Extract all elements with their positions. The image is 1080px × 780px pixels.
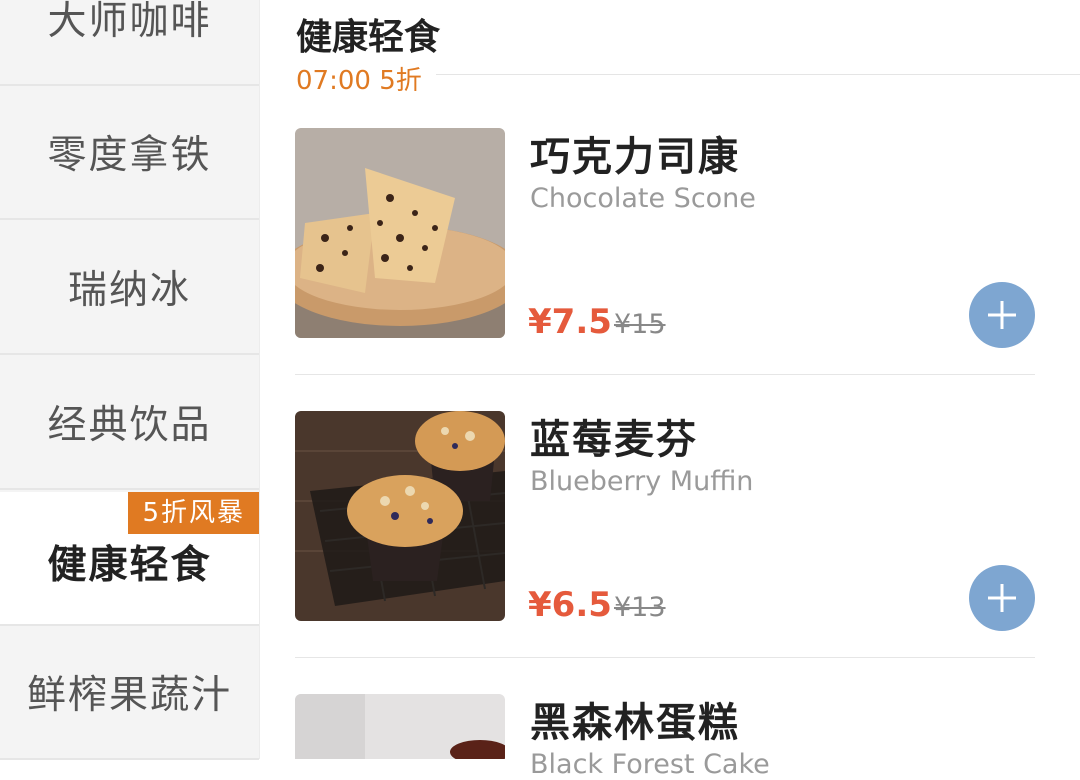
section-subtitle: 07:00 5折: [296, 66, 422, 96]
sidebar-item-label: 大师咖啡: [47, 0, 212, 44]
sidebar-item-classic-drinks[interactable]: 经典饮品: [0, 356, 259, 490]
sidebar-item-master-coffee[interactable]: 大师咖啡: [0, 0, 259, 86]
sidebar-item-ruina-ice[interactable]: 瑞纳冰: [0, 221, 259, 355]
product-name-en: Blueberry Muffin: [530, 466, 754, 497]
add-to-cart-button[interactable]: [969, 565, 1035, 631]
muffin-photo[interactable]: [295, 411, 505, 621]
product-original-price: ¥15: [614, 309, 666, 340]
product-name: 蓝莓麦芬: [530, 417, 698, 463]
scone-photo[interactable]: [295, 128, 505, 338]
category-sidebar: 大师咖啡 零度拿铁 瑞纳冰 经典饮品 5折风暴 健康轻食 鲜榨果蔬汁: [0, 0, 260, 760]
discount-badge: 5折风暴: [128, 492, 259, 534]
product-name-en: Black Forest Cake: [530, 749, 770, 780]
product-name: 黑森林蛋糕: [530, 700, 740, 746]
plus-icon: [988, 584, 1016, 612]
section-divider: [436, 74, 1080, 75]
sidebar-item-zero-latte[interactable]: 零度拿铁: [0, 86, 259, 220]
sidebar-item-label: 零度拿铁: [47, 133, 212, 178]
product-name-en: Chocolate Scone: [530, 183, 756, 214]
add-to-cart-button[interactable]: [969, 282, 1035, 348]
sidebar-item-label: 健康轻食: [47, 543, 212, 588]
sidebar-item-label: 经典饮品: [47, 403, 212, 448]
product-name: 巧克力司康: [530, 134, 740, 180]
cake-photo[interactable]: [295, 694, 505, 759]
sidebar-item-healthy-food[interactable]: 5折风暴 健康轻食: [0, 492, 259, 626]
product-divider: [295, 657, 1035, 658]
product-price: ¥6.5: [528, 585, 612, 625]
product-divider: [295, 374, 1035, 375]
product-price: ¥7.5: [528, 302, 612, 342]
sidebar-item-fresh-juice[interactable]: 鲜榨果蔬汁: [0, 626, 259, 760]
section-title: 健康轻食: [296, 17, 441, 58]
sidebar-item-label: 鲜榨果蔬汁: [26, 673, 232, 718]
sidebar-item-label: 瑞纳冰: [67, 268, 191, 313]
product-original-price: ¥13: [614, 592, 666, 623]
plus-icon: [988, 301, 1016, 329]
